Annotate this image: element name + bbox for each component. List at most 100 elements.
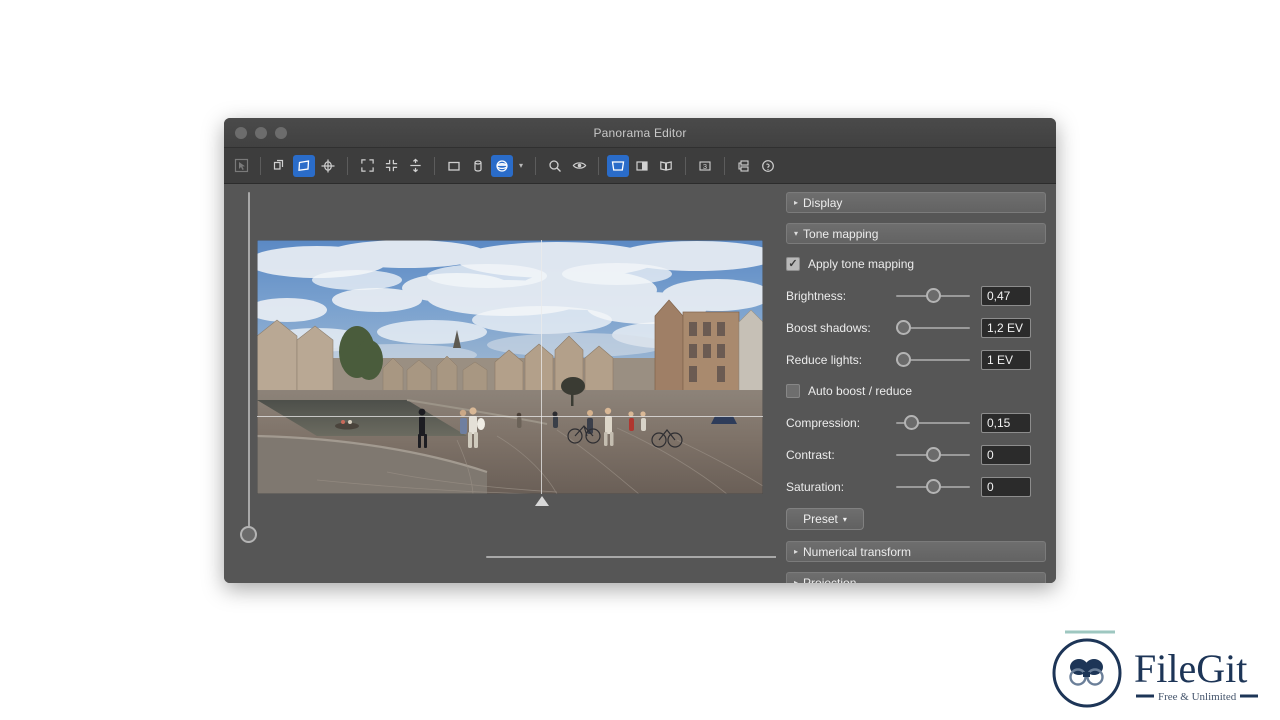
chevron-right-icon: ▸: [794, 578, 798, 583]
split-pane-layout-tool[interactable]: [631, 155, 653, 177]
main-toolbar: ▾: [224, 148, 1056, 184]
crosshair-target-tool[interactable]: [317, 155, 339, 177]
toolbar-separator: [724, 157, 725, 175]
contrast-row: Contrast: 0: [786, 444, 1046, 466]
nadir-marker-triangle[interactable]: [535, 496, 549, 506]
section-header-display[interactable]: ▸ Display: [786, 192, 1046, 213]
toolbar-separator: [260, 157, 261, 175]
window-title: Panorama Editor: [224, 126, 1056, 140]
screenshot-root: Panorama Editor: [0, 0, 1280, 720]
compression-row: Compression: 0,15: [786, 412, 1046, 434]
brightness-value-field[interactable]: 0,47: [981, 286, 1031, 306]
window-controls: [235, 127, 287, 139]
chevron-down-icon: ▾: [794, 229, 798, 238]
toolbar-group-select: [230, 155, 252, 177]
brightness-label: Brightness:: [786, 289, 896, 303]
reduce-lights-value-field[interactable]: 1 EV: [981, 350, 1031, 370]
contrast-value-field[interactable]: 0: [981, 445, 1031, 465]
boost-shadows-value-field[interactable]: 1,2 EV: [981, 318, 1031, 338]
reduce-lights-slider-thumb[interactable]: [896, 352, 911, 367]
section-header-numerical-transform[interactable]: ▸ Numerical transform: [786, 541, 1046, 562]
boost-shadows-row: Boost shadows: 1,2 EV: [786, 317, 1046, 339]
boost-shadows-slider-thumb[interactable]: [896, 320, 911, 335]
brightness-slider-thumb[interactable]: [926, 288, 941, 303]
toolbar-separator: [685, 157, 686, 175]
brightness-slider[interactable]: [896, 288, 970, 304]
move-image-tool[interactable]: [269, 155, 291, 177]
section-header-tone-mapping[interactable]: ▾ Tone mapping: [786, 223, 1046, 244]
svg-text:3: 3: [703, 162, 707, 171]
question-circle-tool[interactable]: [757, 155, 779, 177]
horizon-guide-line: [257, 416, 763, 417]
settings-panel: ▸ Display ▾ Tone mapping ✓ Apply tone ma…: [776, 184, 1056, 583]
brightness-row: Brightness: 0,47: [786, 285, 1046, 307]
contrast-slider[interactable]: [896, 447, 970, 463]
zoom-button[interactable]: [275, 127, 287, 139]
center-guide-line: [541, 240, 542, 494]
toolbar-group-fit: [356, 155, 426, 177]
contrast-label: Contrast:: [786, 448, 896, 462]
apply-tone-mapping-checkbox[interactable]: ✓: [786, 257, 800, 271]
toolbar-separator: [434, 157, 435, 175]
compression-label: Compression:: [786, 416, 896, 430]
eye-tool[interactable]: [568, 155, 590, 177]
window-titlebar[interactable]: Panorama Editor: [224, 118, 1056, 148]
vertical-align-tool[interactable]: [404, 155, 426, 177]
contrast-slider-thumb[interactable]: [926, 447, 941, 462]
layers-stack-tool[interactable]: [733, 155, 755, 177]
panorama-image[interactable]: [257, 240, 763, 494]
compression-value-field[interactable]: 0,15: [981, 413, 1031, 433]
section-header-projection[interactable]: ▸ Projection: [786, 572, 1046, 583]
cylinder-projection-tool[interactable]: [467, 155, 489, 177]
edit-image-tool[interactable]: [293, 155, 315, 177]
section-label-display: Display: [803, 196, 842, 210]
close-button[interactable]: [235, 127, 247, 139]
magnifier-tool[interactable]: [544, 155, 566, 177]
saturation-value-field[interactable]: 0: [981, 477, 1031, 497]
chevron-down-icon: ▾: [843, 515, 847, 524]
toolbar-group-layout: [607, 155, 677, 177]
compression-slider-thumb[interactable]: [904, 415, 919, 430]
toolbar-group-misc: [733, 155, 779, 177]
toolbar-group-view: [544, 155, 590, 177]
apply-tone-mapping-row[interactable]: ✓ Apply tone mapping: [786, 254, 1046, 274]
window-body: ❯ ▸ Display ▾ Tone mapping ✓ A: [224, 184, 1056, 583]
boost-shadows-slider[interactable]: [896, 320, 970, 336]
panorama-editor-window: Panorama Editor: [224, 118, 1056, 583]
saturation-row: Saturation: 0: [786, 476, 1046, 498]
brand-name: FileGit: [1134, 646, 1247, 691]
collapse-arrows-tool[interactable]: [380, 155, 402, 177]
chevron-down-icon[interactable]: ▾: [515, 155, 527, 177]
vertical-slider-thumb[interactable]: [240, 526, 257, 543]
chevron-right-icon: ▸: [794, 198, 798, 207]
rectangle-projection-tool[interactable]: [443, 155, 465, 177]
single-pane-layout-tool[interactable]: [607, 155, 629, 177]
auto-boost-reduce-label: Auto boost / reduce: [808, 384, 912, 398]
saturation-slider[interactable]: [896, 479, 970, 495]
sphere-projection-tool[interactable]: [491, 155, 513, 177]
compression-slider[interactable]: [896, 415, 970, 431]
saturation-label: Saturation:: [786, 480, 896, 494]
apply-tone-mapping-label: Apply tone mapping: [808, 257, 914, 271]
auto-boost-reduce-checkbox[interactable]: ✓: [786, 384, 800, 398]
section-label-numerical-transform: Numerical transform: [803, 545, 911, 559]
vertical-pan-slider[interactable]: [240, 192, 258, 543]
select-arrow-tool[interactable]: [230, 155, 252, 177]
section-label-tone-mapping: Tone mapping: [803, 227, 878, 241]
toolbar-group-transform: [269, 155, 339, 177]
brand-tagline: Free & Unlimited: [1158, 691, 1237, 703]
toolbar-separator: [598, 157, 599, 175]
saturation-slider-thumb[interactable]: [926, 479, 941, 494]
reduce-lights-slider[interactable]: [896, 352, 970, 368]
auto-boost-reduce-row[interactable]: ✓ Auto boost / reduce: [786, 381, 1046, 401]
boost-shadows-label: Boost shadows:: [786, 321, 896, 335]
preset-button-label: Preset: [803, 512, 838, 526]
numbered-grid-tool[interactable]: 3: [694, 155, 716, 177]
reduce-lights-row: Reduce lights: 1 EV: [786, 349, 1046, 371]
filegit-logo: FileGit Free & Unlimited: [1050, 625, 1275, 715]
minimize-button[interactable]: [255, 127, 267, 139]
expand-arrows-tool[interactable]: [356, 155, 378, 177]
preset-button[interactable]: Preset ▾: [786, 508, 864, 530]
reduce-lights-label: Reduce lights:: [786, 353, 896, 367]
dual-pane-layout-tool[interactable]: [655, 155, 677, 177]
